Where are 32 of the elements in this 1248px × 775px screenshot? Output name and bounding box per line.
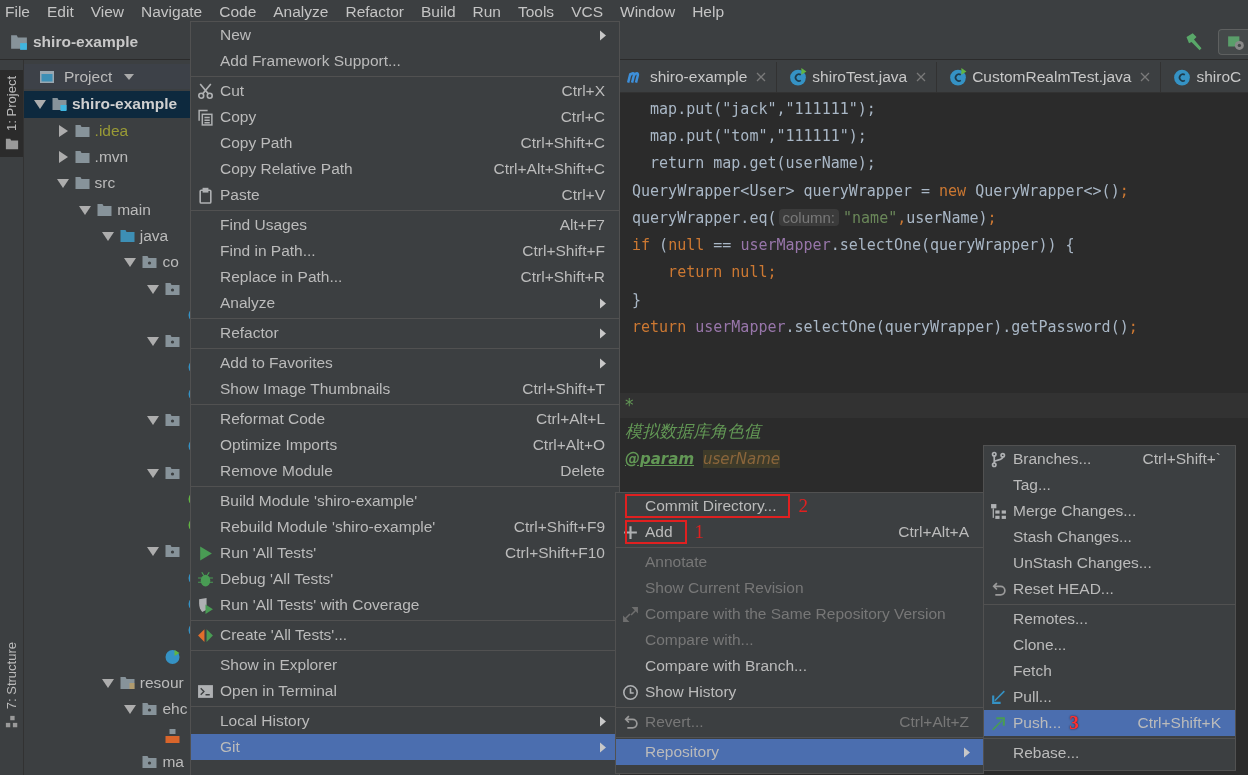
code-text: (: [658, 236, 669, 255]
code-text: map.put("tom","111111");: [649, 126, 867, 145]
code-text: ==: [712, 236, 733, 255]
code-string: "name": [843, 208, 898, 227]
code-keyword: new: [939, 181, 967, 200]
code-keyword: ;: [1128, 318, 1138, 336]
code-text: .selectOne(queryWrapper)) {: [830, 236, 1075, 255]
code-text: queryWrapper.eq(: [632, 208, 777, 227]
annotation-number: 3: [1069, 712, 1079, 734]
code-keyword: if: [632, 236, 651, 255]
code-text: userName): [906, 208, 988, 227]
code-text: }: [632, 290, 642, 309]
code-text: .selectOne(queryWrapper).getPassword(): [785, 318, 1129, 336]
code-field: userMapper: [740, 236, 831, 255]
doc-tag: @param: [625, 449, 694, 468]
annotation-number: 2: [798, 495, 808, 517]
annotation-number: 1: [694, 521, 705, 543]
code-keyword: ,: [897, 208, 907, 227]
code-field: userMapper: [695, 318, 786, 336]
doc-comment: 模拟数据库角色值: [625, 419, 761, 443]
code-text: QueryWrapper<User> queryWrapper =: [632, 181, 931, 200]
code-text: map.put("jack","111111");: [649, 99, 876, 118]
code-keyword: null: [668, 236, 705, 255]
code-keyword: return: [632, 318, 688, 336]
code-text: QueryWrapper<>(): [974, 181, 1120, 200]
parameter-hint: column:: [778, 209, 840, 227]
code-keyword: return null;: [667, 263, 777, 282]
doc-param: userName: [703, 449, 780, 468]
doc-comment: *: [625, 395, 634, 416]
code-text: return map.get(userName);: [649, 154, 876, 173]
code-keyword: ;: [987, 208, 997, 227]
code-keyword: ;: [1119, 181, 1129, 200]
